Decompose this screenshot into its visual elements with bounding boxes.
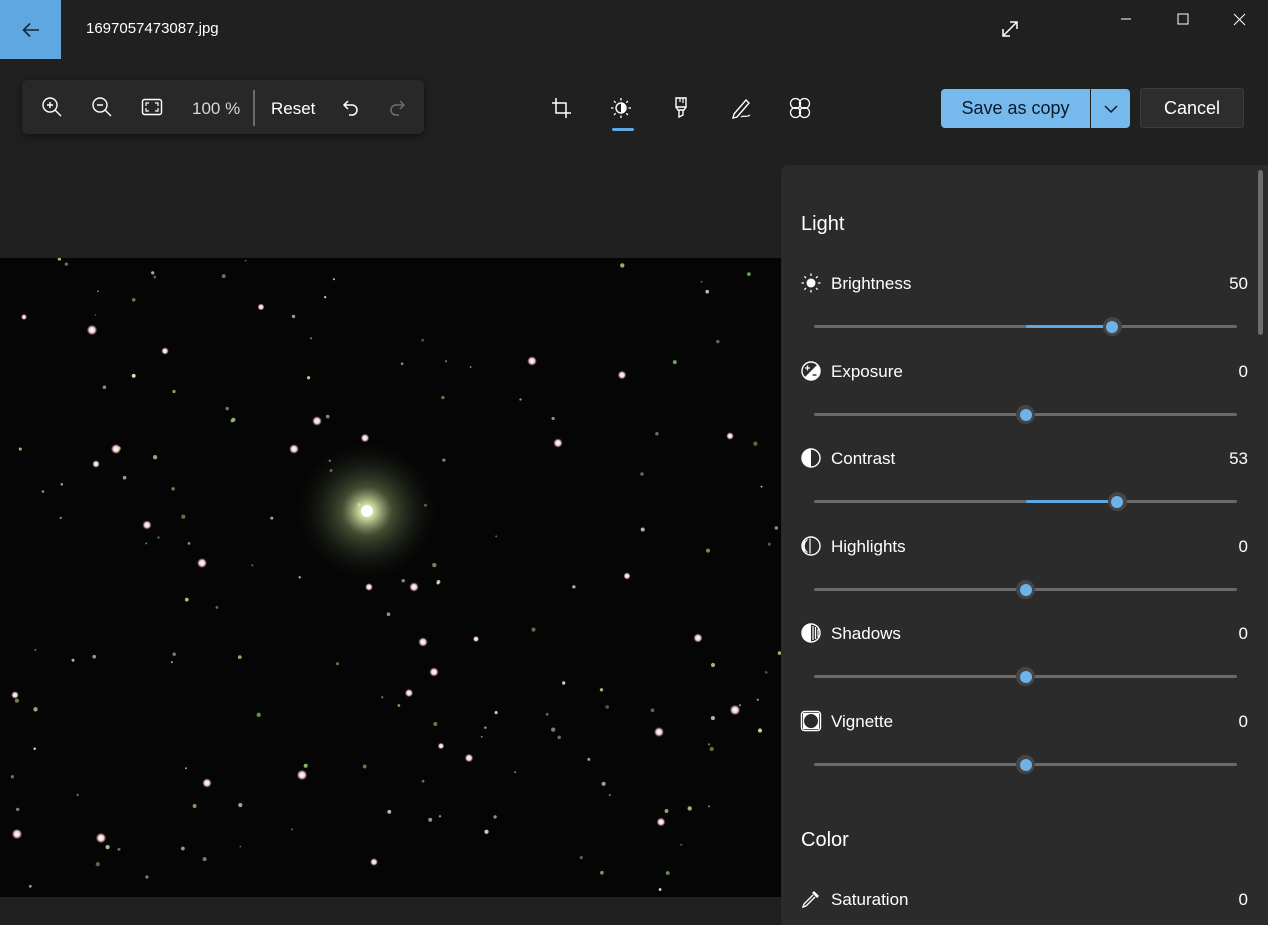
chevron-down-icon	[1103, 104, 1118, 113]
vignette-value: 0	[1238, 712, 1248, 731]
redo-button[interactable]	[387, 96, 409, 118]
undo-button[interactable]	[339, 96, 361, 118]
highlights-label: Highlights	[831, 537, 906, 556]
shadows-icon	[800, 622, 822, 644]
zoom-out-button[interactable]	[91, 96, 113, 118]
zoom-in-button[interactable]	[41, 96, 63, 118]
vignette-slider[interactable]	[814, 754, 1237, 774]
filter-icon	[789, 97, 811, 119]
highlights-slider[interactable]	[814, 579, 1237, 599]
starfield-image	[0, 258, 781, 897]
slider-thumb[interactable]	[1016, 667, 1035, 686]
back-button[interactable]	[0, 0, 61, 59]
close-button[interactable]	[1211, 0, 1268, 38]
contrast-icon	[800, 447, 822, 469]
tab-crop[interactable]	[547, 94, 575, 122]
fit-to-window-icon	[141, 98, 163, 116]
retouch-icon	[732, 98, 751, 119]
minimize-icon	[1120, 18, 1131, 20]
file-name: 1697057473087.jpg	[86, 20, 219, 37]
undo-icon	[342, 100, 358, 116]
tab-retouch[interactable]	[727, 94, 755, 122]
contrast-value: 53	[1229, 449, 1248, 468]
contrast-slider[interactable]	[814, 491, 1237, 511]
minimize-button[interactable]	[1097, 0, 1154, 38]
brightness-icon	[800, 272, 822, 294]
slider-thumb[interactable]	[1107, 492, 1127, 511]
slider-thumb[interactable]	[1016, 580, 1035, 599]
shadows-value: 0	[1238, 624, 1248, 643]
maximize-button[interactable]	[1154, 0, 1211, 38]
exposure-slider[interactable]	[814, 404, 1237, 424]
zoom-out-icon	[92, 97, 112, 117]
tab-markup[interactable]	[667, 94, 695, 122]
shadows-slider[interactable]	[814, 666, 1237, 686]
markup-icon	[675, 97, 687, 119]
back-arrow-icon	[21, 22, 39, 37]
toolbar-divider	[253, 90, 255, 126]
brightness-value: 50	[1229, 274, 1248, 293]
exposure-label: Exposure	[831, 362, 903, 381]
zoom-toolbar: 100 % Reset	[22, 80, 424, 134]
highlights-icon	[800, 535, 822, 557]
adjust-icon	[611, 98, 631, 118]
adjust-panel: Light Brightness 50 Exposure 0 Contrast …	[781, 165, 1268, 925]
cancel-button[interactable]: Cancel	[1140, 88, 1244, 128]
redo-icon	[390, 100, 406, 116]
highlights-value: 0	[1238, 537, 1248, 556]
color-section-title: Color	[801, 829, 849, 851]
saturation-value: 0	[1238, 890, 1248, 909]
selected-tab-indicator	[612, 128, 634, 131]
save-as-copy-button[interactable]: Save as copy	[941, 89, 1090, 128]
light-section-title: Light	[801, 213, 845, 235]
close-icon	[1233, 13, 1246, 25]
tab-filter[interactable]	[786, 94, 814, 122]
fullscreen-button[interactable]	[995, 14, 1025, 44]
panel-scrollbar[interactable]	[1258, 170, 1263, 335]
tab-adjust[interactable]	[607, 94, 635, 122]
crop-icon	[552, 98, 571, 118]
reset-button[interactable]: Reset	[271, 99, 315, 119]
exposure-value: 0	[1238, 362, 1248, 381]
vignette-label: Vignette	[831, 712, 894, 731]
brightness-slider[interactable]	[814, 316, 1237, 336]
vignette-icon	[800, 710, 822, 732]
zoom-in-icon	[42, 97, 62, 117]
shadows-label: Shadows	[831, 624, 901, 643]
maximize-icon	[1177, 13, 1188, 25]
expand-icon	[1002, 21, 1018, 37]
saturation-label: Saturation	[831, 890, 909, 909]
save-options-dropdown[interactable]	[1091, 89, 1130, 128]
fit-to-window-button[interactable]	[141, 96, 163, 118]
exposure-icon	[800, 360, 822, 382]
slider-fill	[1025, 325, 1113, 328]
contrast-label: Contrast	[831, 449, 896, 468]
slider-fill	[1025, 500, 1118, 503]
slider-thumb[interactable]	[1016, 405, 1035, 424]
slider-thumb[interactable]	[1016, 755, 1035, 774]
brightness-label: Brightness	[831, 274, 912, 293]
saturation-icon	[800, 888, 822, 910]
slider-thumb[interactable]	[1102, 317, 1122, 336]
zoom-level: 100 %	[192, 99, 241, 118]
photo-canvas[interactable]	[0, 258, 781, 897]
